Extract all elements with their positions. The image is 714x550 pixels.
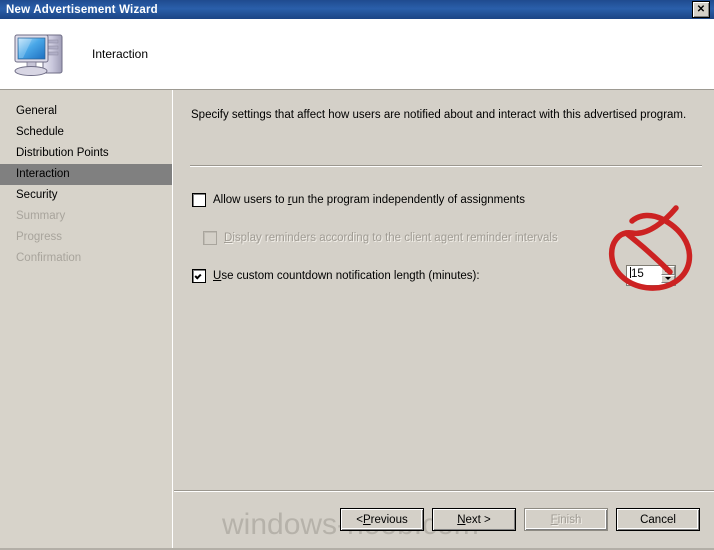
down-arrow-glyph [665,277,671,281]
checkbox-run-independently[interactable] [192,193,206,207]
previous-button[interactable]: < Previous [340,508,424,531]
sidebar-item-progress: Progress [16,231,63,243]
label-accelerator: N [457,513,466,526]
sidebar-item-confirmation: Confirmation [16,252,82,264]
countdown-minutes-value: 15 [631,268,644,280]
wizard-banner: Interaction [0,19,714,90]
page-description: Specify settings that affect how users a… [191,109,687,121]
checkbox-display-reminders [203,231,217,245]
label-pre: Allow users to [213,194,288,206]
checkbox-label-display-reminders: Display reminders according to the clien… [224,232,558,244]
label-post: isplay reminders according to the client… [232,232,558,244]
separator-top [190,165,702,166]
spinner-down-arrow-icon[interactable] [661,274,675,283]
label-pre: < [356,513,363,526]
wizard-step-list-inner: General Schedule Distribution Points Int… [0,90,172,269]
content-pane: Specify settings that affect how users a… [173,90,714,550]
label-post: Cancel [640,513,676,526]
label-post: ext > [465,513,491,526]
option-row-run-independently: Allow users to run the program independe… [192,193,525,207]
checkbox-label-run-independently[interactable]: Allow users to run the program independe… [213,194,525,206]
label-post: inish [557,513,582,526]
page-title: Interaction [92,47,149,61]
wizard-step-list: General Schedule Distribution Points Int… [0,90,173,550]
next-button[interactable]: Next > [432,508,516,531]
cancel-button[interactable]: Cancel [616,508,700,531]
spinner-up-arrow-icon[interactable] [661,266,675,275]
label-accelerator: F [550,513,558,526]
sidebar-item-general[interactable]: General [0,101,172,122]
sidebar-item-summary: Summary [16,210,66,222]
sidebar-item-interaction[interactable]: Interaction [0,164,172,185]
computer-icon [10,26,72,82]
option-row-display-reminders: Display reminders according to the clien… [203,231,558,245]
wizard-buttons: < Previous Next > Finish Cancel [340,508,700,531]
sidebar-item-schedule[interactable]: Schedule [0,122,172,143]
finish-button: Finish [524,508,608,531]
label-post: se custom countdown notification length … [221,270,480,282]
label-post: un the program independently of assignme… [291,194,525,206]
sidebar-item-distribution-points[interactable]: Distribution Points [0,143,172,164]
close-icon[interactable]: ✕ [692,1,710,18]
checkbox-label-custom-countdown[interactable]: Use custom countdown notification length… [213,270,480,282]
window-title: New Advertisement Wizard [6,3,158,16]
checkbox-custom-countdown[interactable] [192,269,206,283]
up-arrow-glyph [665,268,671,272]
stepper-buttons [661,266,675,283]
separator-bottom [174,490,714,491]
countdown-minutes-stepper[interactable]: 15 [626,265,676,286]
wizard-window: New Advertisement Wizard ✕ Interaction G… [0,0,714,550]
title-bar: New Advertisement Wizard ✕ [0,0,714,19]
option-row-custom-countdown: Use custom countdown notification length… [192,269,480,283]
countdown-minutes-input[interactable]: 15 [627,266,661,285]
label-post: revious [370,513,408,526]
sidebar-item-security[interactable]: Security [0,185,172,206]
label-accelerator: P [362,513,371,526]
